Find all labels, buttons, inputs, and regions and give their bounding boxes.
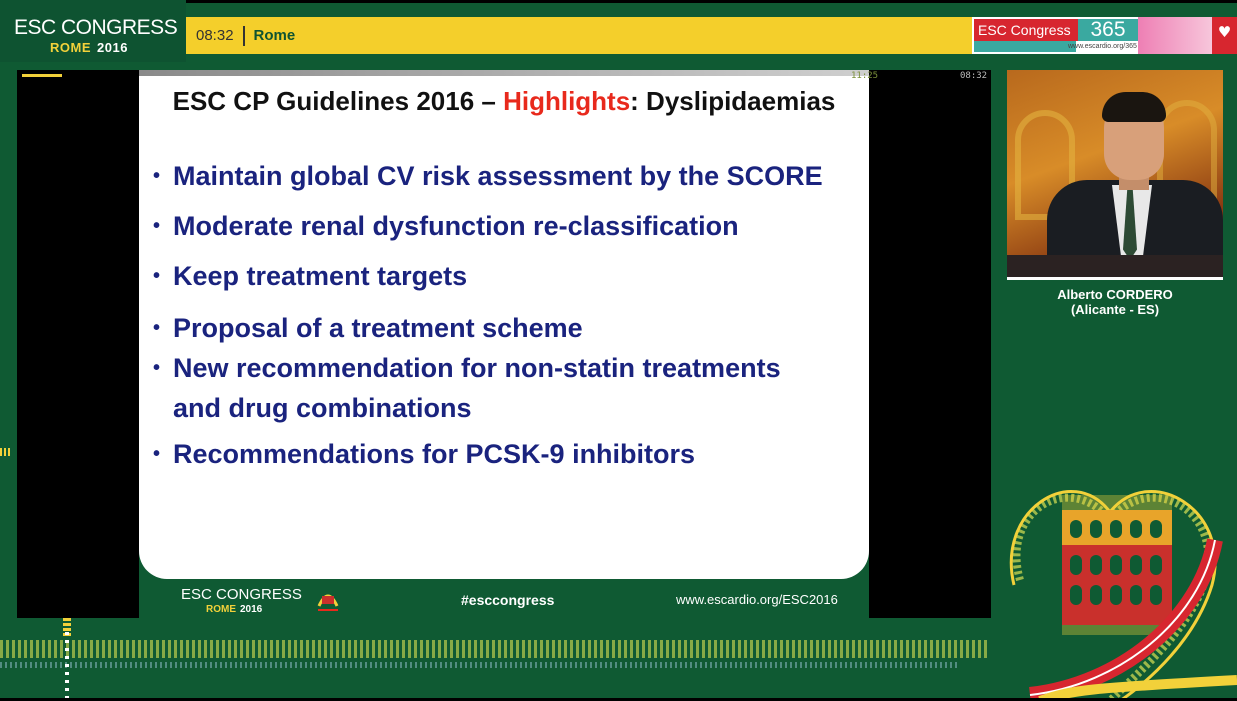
bullet-item: Keep treatment targets xyxy=(151,256,823,296)
slide: ESC CP Guidelines 2016 – Highlights: Dys… xyxy=(139,70,869,618)
bullet-line: New recommendation for non-statin treatm… xyxy=(173,353,781,383)
slide-card: ESC CP Guidelines 2016 – Highlights: Dys… xyxy=(139,76,869,579)
speaker-video xyxy=(1007,70,1223,280)
slide-footer-subtitle: ROME 2016 xyxy=(206,604,262,615)
session-city: Rome xyxy=(253,27,296,44)
decorative-band xyxy=(0,640,990,658)
bullet-list: Maintain global CV risk assessment by th… xyxy=(151,156,823,474)
bullet-item: Recommendations for PCSK-9 inhibitors xyxy=(151,434,823,474)
slide-title-suffix: : Dyslipidaemias xyxy=(630,86,836,116)
logo-subtitle: ROME 2016 xyxy=(50,40,128,55)
slide-footer-logo: ESC CONGRESS xyxy=(181,586,302,603)
elapsed-time: 08:32 xyxy=(960,71,988,81)
brand-stripe xyxy=(974,41,1076,52)
colosseum-icon xyxy=(317,594,339,611)
speaker-caption: Alberto CORDERO (Alicante - ES) xyxy=(1007,287,1223,317)
logo-city: ROME xyxy=(50,40,91,55)
slide-footer-city: ROME xyxy=(206,604,236,615)
bullet-line-continued: and drug combinations xyxy=(173,393,472,423)
session-info-bar: 08:32 Rome xyxy=(186,17,976,54)
logo-year: 2016 xyxy=(97,40,128,55)
wheat-decoration xyxy=(0,448,12,456)
esc-congress-logo: ESC CONGRESS ROME 2016 xyxy=(0,0,186,62)
bullet-item: Moderate renal dysfunction re-classifica… xyxy=(151,206,823,246)
dotted-line xyxy=(65,632,69,698)
colosseum-heart-icon xyxy=(1009,490,1237,701)
bullet-item: New recommendation for non-statin treatm… xyxy=(151,348,823,428)
brand-url: www.escardio.org/365 xyxy=(1068,43,1137,50)
slide-title-prefix: ESC CP Guidelines 2016 – xyxy=(172,86,504,116)
speaker-affiliation: (Alicante - ES) xyxy=(1070,302,1160,317)
playback-progress[interactable] xyxy=(22,74,62,77)
session-time: 08:32 xyxy=(196,27,234,44)
slide-title: ESC CP Guidelines 2016 – Highlights: Dys… xyxy=(139,86,869,117)
slide-footer-year: 2016 xyxy=(240,604,263,615)
slide-title-highlight: Highlights xyxy=(503,86,631,116)
divider xyxy=(242,25,245,46)
slide-url: www.escardio.org/ESC2016 xyxy=(676,592,838,607)
video-frame-edge xyxy=(1007,277,1223,280)
brand-gradient xyxy=(1138,17,1212,54)
speaker-name: Alberto CORDERO xyxy=(1057,287,1173,302)
bullet-item: Proposal of a treatment scheme xyxy=(151,308,823,348)
bullet-item: Maintain global CV risk assessment by th… xyxy=(151,156,823,196)
brand-number: 365 xyxy=(1078,19,1138,41)
esc-congress-365-banner[interactable]: ESC Congress 365 www.escardio.org/365 xyxy=(972,17,1212,54)
slide-hashtag: #esccongress xyxy=(461,592,555,608)
decorative-band xyxy=(0,662,960,668)
heart-icon: ♥ xyxy=(1212,17,1237,54)
brand-label: ESC Congress xyxy=(974,19,1078,41)
speaker-hair xyxy=(1102,92,1166,122)
slide-overlay-time: 11:25 xyxy=(851,71,879,81)
logo-title: ESC CONGRESS xyxy=(14,16,178,39)
